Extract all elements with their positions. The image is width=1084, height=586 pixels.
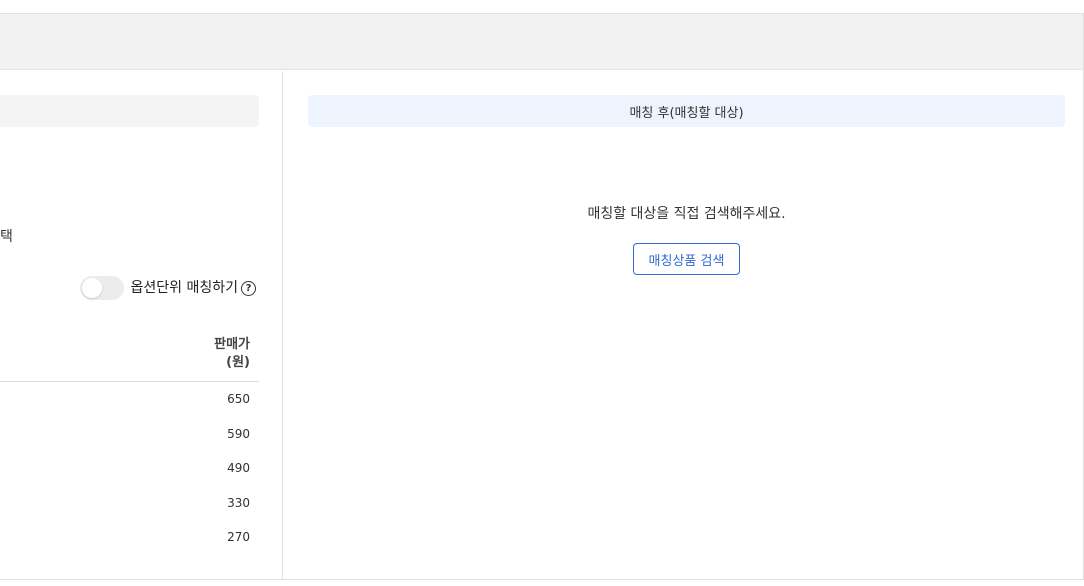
toggle-knob [81, 278, 102, 298]
price-header-line2: (원) [226, 355, 250, 370]
left-panel-before-matching: 택 옵션단위 매칭하기 ? 판매가 (원) 650 590 490 330 27… [0, 71, 283, 579]
right-panel-header: 매칭 후(매칭할 대상) [308, 95, 1065, 127]
option-matching-toggle[interactable] [79, 276, 124, 300]
price-cell: 490 [227, 461, 250, 475]
price-header-line1: 판매가 [214, 337, 250, 352]
price-cell: 330 [227, 495, 250, 510]
select-text-fragment: 택 [0, 229, 13, 245]
top-gap [0, 0, 1084, 13]
price-cell: 590 [227, 426, 250, 441]
option-matching-row: 옵션단위 매칭하기 ? [79, 276, 256, 300]
header-band [0, 13, 1084, 70]
price-column-header: 판매가 (원) [214, 336, 250, 372]
left-panel-header [0, 95, 259, 127]
bottom-border [0, 579, 1084, 580]
price-cell: 650 [227, 392, 250, 406]
price-list: 650 590 490 330 270 [130, 390, 250, 563]
price-cell: 270 [227, 530, 250, 544]
empty-state-message: 매칭할 대상을 직접 검색해주세요. [587, 206, 786, 222]
help-circle-icon[interactable]: ? [241, 280, 256, 296]
table-header-divider [0, 381, 259, 382]
matching-product-search-button[interactable]: 매칭상품 검색 [633, 243, 740, 275]
matching-screen: 택 옵션단위 매칭하기 ? 판매가 (원) 650 590 490 330 27… [0, 0, 1084, 586]
right-panel-after-matching: 매칭 후(매칭할 대상) 매칭할 대상을 직접 검색해주세요. 매칭상품 검색 [284, 71, 1084, 579]
option-matching-label: 옵션단위 매칭하기 [130, 280, 239, 296]
